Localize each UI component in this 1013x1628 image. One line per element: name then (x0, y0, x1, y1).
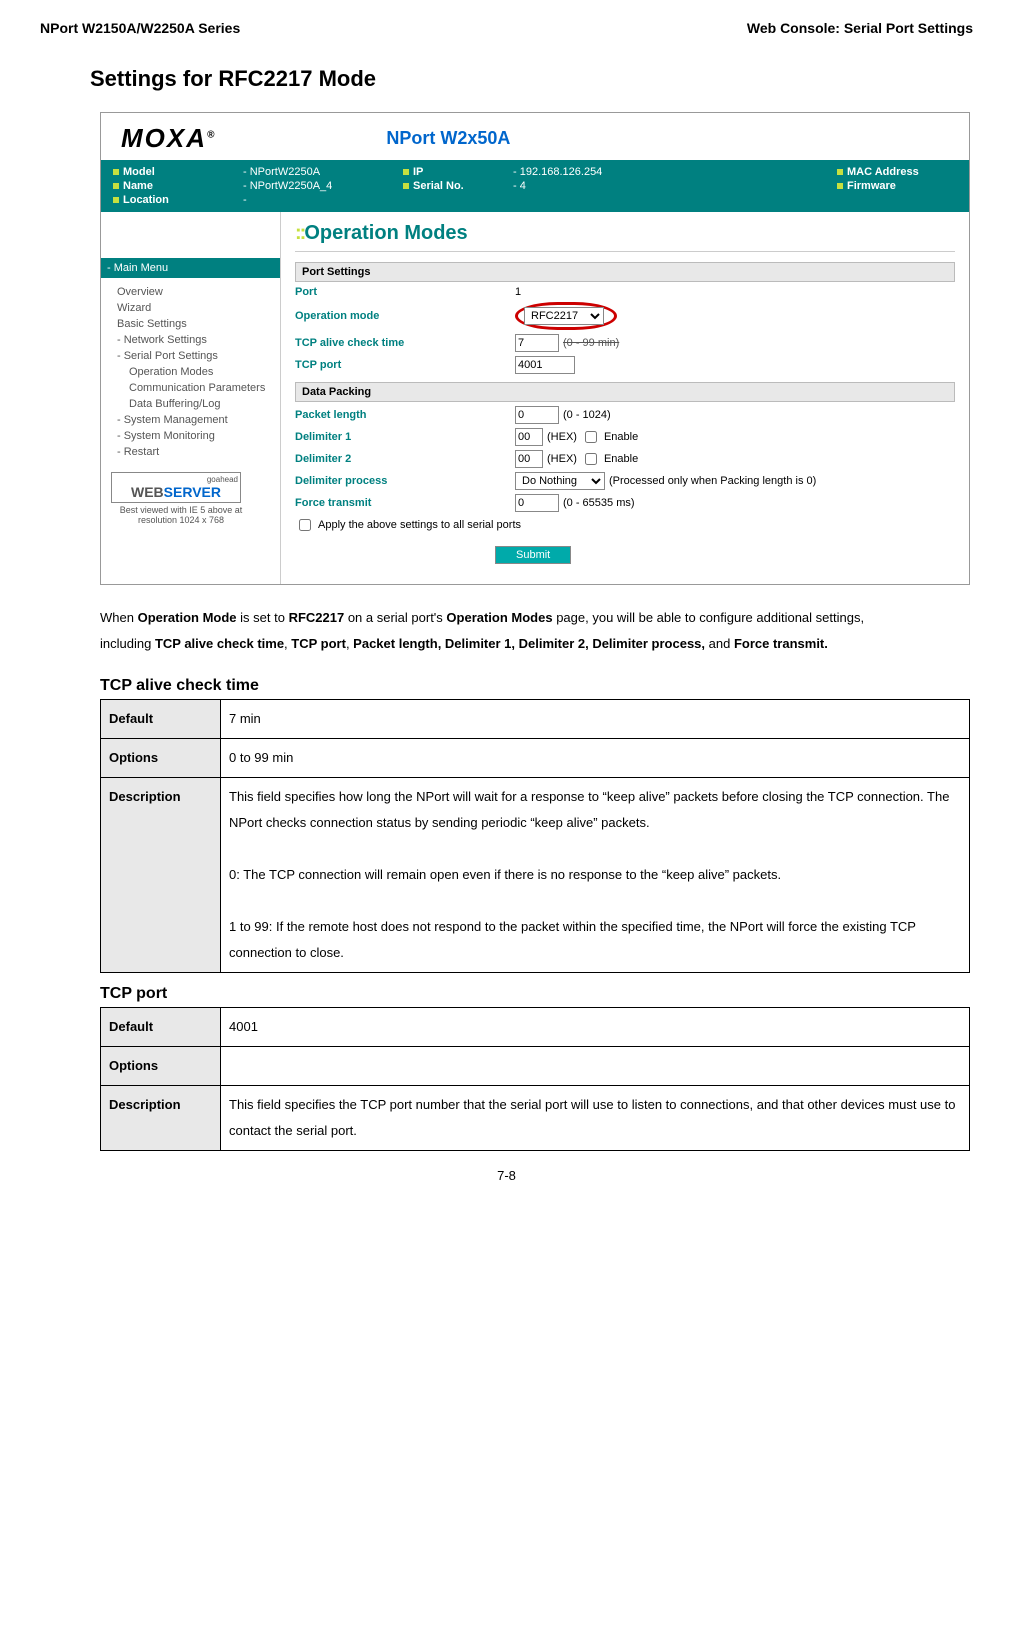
sidebar-item-wizard[interactable]: Wizard (111, 300, 280, 316)
header-right: Web Console: Serial Port Settings (747, 20, 973, 36)
delimiter-process-hint: (Processed only when Packing length is 0… (609, 475, 816, 487)
page-header: NPort W2150A/W2250A Series Web Console: … (40, 20, 973, 36)
sidebar-item-serial-port-settings[interactable]: - Serial Port Settings (111, 348, 280, 364)
tcp-alive-heading: TCP alive check time (100, 677, 973, 695)
webserver-note: Best viewed with IE 5 above at resolutio… (111, 505, 251, 525)
force-transmit-label: Force transmit (295, 497, 515, 509)
tcp-port-heading: TCP port (100, 985, 973, 1003)
tcp-alive-input[interactable] (515, 334, 559, 352)
delimiter1-enable-label: Enable (604, 431, 638, 443)
sidebar: - Main Menu Overview Wizard Basic Settin… (101, 212, 281, 584)
delimiter-process-label: Delimiter process (295, 475, 515, 487)
tcp-alive-desc-label: Description (101, 778, 221, 973)
delimiter2-label: Delimiter 2 (295, 453, 515, 465)
tcp-alive-table: Default 7 min Options 0 to 99 min Descri… (100, 699, 970, 973)
sidebar-item-data-buffering[interactable]: Data Buffering/Log (111, 396, 280, 412)
opmode-label: Operation mode (295, 310, 515, 322)
embedded-screenshot: MOXA® NPort W2x50A Model Name Location -… (100, 112, 970, 585)
delimiter1-input[interactable] (515, 428, 543, 446)
port-settings-header: Port Settings (295, 262, 955, 282)
tcp-port-desc-value: This field specifies the TCP port number… (221, 1086, 970, 1151)
info-bar: Model Name Location - NPortW2250A - NPor… (101, 160, 969, 212)
info-ip-value: - 192.168.126.254 (513, 166, 663, 178)
section-heading: Settings for RFC2217 Mode (90, 66, 973, 92)
info-mac-label: MAC Address (847, 166, 919, 178)
apply-all-checkbox[interactable] (299, 519, 311, 531)
info-location-value: - (243, 194, 393, 206)
tcp-port-default-value: 4001 (221, 1008, 970, 1047)
opmode-select[interactable]: RFC2217 (524, 307, 604, 325)
packet-length-input[interactable] (515, 406, 559, 424)
tcp-alive-options-label: Options (101, 739, 221, 778)
tcp-alive-label: TCP alive check time (295, 337, 515, 349)
port-value: 1 (515, 286, 521, 298)
delimiter2-hex: (HEX) (547, 453, 577, 465)
tcp-alive-default-label: Default (101, 700, 221, 739)
force-transmit-hint: (0 - 65535 ms) (563, 497, 635, 509)
device-title: NPort W2x50A (386, 128, 510, 149)
moxa-logo: MOXA® (121, 123, 216, 154)
delimiter1-hex: (HEX) (547, 431, 577, 443)
operation-modes-title: ::Operation Modes (295, 222, 955, 245)
info-serial-value: - 4 (513, 180, 663, 192)
info-model-value: - NPortW2250A (243, 166, 393, 178)
delimiter1-enable-checkbox[interactable] (585, 431, 597, 443)
apply-all-label: Apply the above settings to all serial p… (318, 519, 521, 531)
port-label: Port (295, 286, 515, 298)
intro-paragraph: When Operation Mode is set to RFC2217 on… (100, 605, 913, 657)
info-name-value: - NPortW2250A_4 (243, 180, 393, 192)
tcp-alive-options-value: 0 to 99 min (221, 739, 970, 778)
tcp-port-default-label: Default (101, 1008, 221, 1047)
tcp-port-table: Default 4001 Options Description This fi… (100, 1007, 970, 1151)
force-transmit-input[interactable] (515, 494, 559, 512)
sidebar-item-network-settings[interactable]: - Network Settings (111, 332, 280, 348)
info-ip-label: IP (413, 166, 423, 178)
delimiter2-enable-checkbox[interactable] (585, 453, 597, 465)
tcp-alive-desc-value: This field specifies how long the NPort … (221, 778, 970, 973)
sidebar-item-overview[interactable]: Overview (111, 284, 280, 300)
sidebar-item-comm-params[interactable]: Communication Parameters (111, 380, 280, 396)
tcp-port-options-label: Options (101, 1047, 221, 1086)
sidebar-main-menu: - Main Menu (101, 258, 280, 278)
delimiter2-enable-label: Enable (604, 453, 638, 465)
tcp-port-options-value (221, 1047, 970, 1086)
delimiter2-input[interactable] (515, 450, 543, 468)
packet-length-hint: (0 - 1024) (563, 409, 611, 421)
info-serial-label: Serial No. (413, 180, 464, 192)
webserver-logo: goahead WEBSERVER (111, 472, 241, 503)
tcp-alive-hint: (0 - 99 min) (563, 337, 619, 349)
header-left: NPort W2150A/W2250A Series (40, 20, 240, 36)
sidebar-item-system-mgmt[interactable]: - System Management (111, 412, 280, 428)
delimiter-process-select[interactable]: Do Nothing (515, 472, 605, 490)
tcp-port-desc-label: Description (101, 1086, 221, 1151)
page-number: 7-8 (0, 1168, 1013, 1183)
data-packing-header: Data Packing (295, 382, 955, 402)
tcp-port-label: TCP port (295, 359, 515, 371)
tcp-port-input[interactable] (515, 356, 575, 374)
sidebar-item-restart[interactable]: - Restart (111, 444, 280, 460)
main-panel: ::Operation Modes Port Settings Port 1 O… (281, 212, 969, 584)
opmode-highlight-icon: RFC2217 (515, 302, 617, 330)
info-name-label: Name (123, 180, 153, 192)
info-fw-label: Firmware (847, 180, 896, 192)
sidebar-item-system-monitoring[interactable]: - System Monitoring (111, 428, 280, 444)
submit-button[interactable]: Submit (495, 546, 571, 564)
delimiter1-label: Delimiter 1 (295, 431, 515, 443)
info-location-label: Location (123, 194, 169, 206)
info-model-label: Model (123, 166, 155, 178)
tcp-alive-default-value: 7 min (221, 700, 970, 739)
sidebar-item-basic-settings[interactable]: Basic Settings (111, 316, 280, 332)
packet-length-label: Packet length (295, 409, 515, 421)
sidebar-item-operation-modes[interactable]: Operation Modes (111, 364, 280, 380)
